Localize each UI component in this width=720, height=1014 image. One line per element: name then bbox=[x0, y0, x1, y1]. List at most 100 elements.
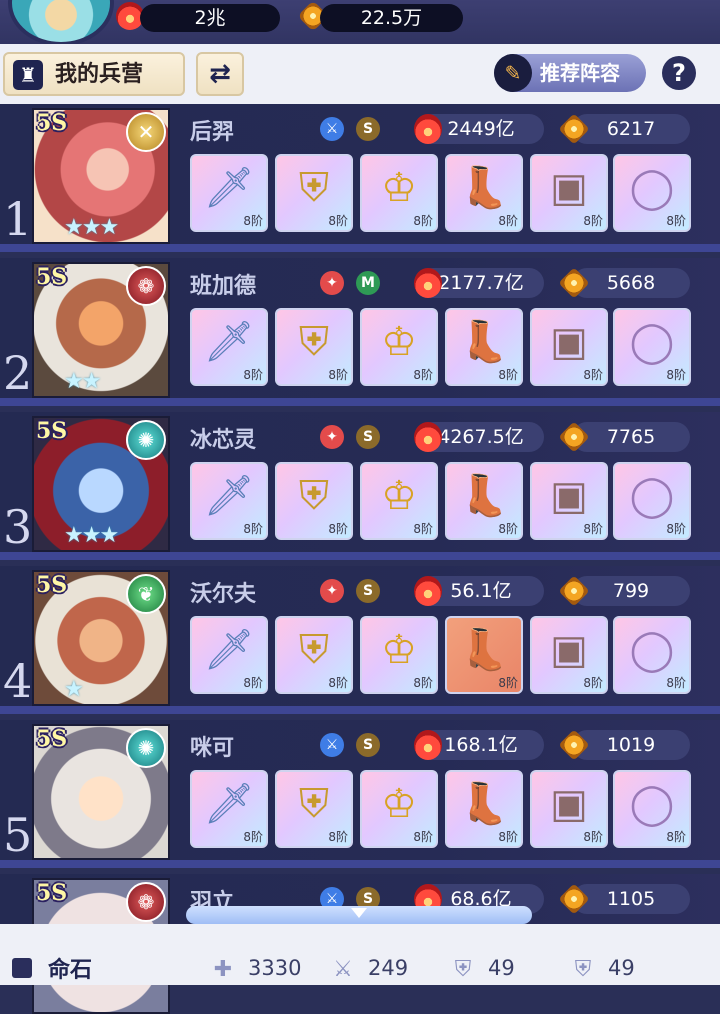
gear-slot-sword[interactable]: 🗡 8阶 bbox=[190, 462, 268, 540]
help-button[interactable]: ? bbox=[662, 56, 696, 90]
gear-slot-boots[interactable]: 👢 8阶 bbox=[445, 770, 523, 848]
boots-icon: 👢 bbox=[459, 627, 509, 673]
gear-slot-armor[interactable]: ⛨ 8阶 bbox=[275, 616, 353, 694]
gear-slot-boots[interactable]: 👢 8阶 bbox=[445, 154, 523, 232]
gear-slot-ring[interactable]: ◯ 8阶 bbox=[613, 616, 691, 694]
hero-row[interactable]: 1 5S ✕ ★★★ 后羿 ⚔ S 2449亿 6217 🗡 8阶 ⛨ 8阶 ♔ 8阶 👢 8阶 ▣ 8阶 ◯ 8阶 bbox=[0, 104, 720, 252]
rank-number: 5 bbox=[3, 808, 33, 862]
gear-grade-label: 8阶 bbox=[243, 676, 263, 690]
gear-grade-label: 8阶 bbox=[328, 522, 348, 536]
gear-slot-armor[interactable]: ⛨ 8阶 bbox=[275, 308, 353, 386]
grade-badge: M bbox=[356, 271, 380, 295]
gear-slot-armor[interactable]: ⛨ 8阶 bbox=[275, 154, 353, 232]
star-rating: ★★★ bbox=[64, 215, 119, 240]
red-flame-icon: ❁ bbox=[126, 266, 166, 306]
magic-shield-icon: ⛨ bbox=[574, 957, 592, 982]
helmet-icon: ♔ bbox=[381, 627, 417, 673]
gear-slot-armor[interactable]: ⛨ 8阶 bbox=[275, 770, 353, 848]
recommend-lineup-button[interactable]: ✎ 推荐阵容 bbox=[494, 54, 646, 92]
teal-swirl-icon: ✺ bbox=[126, 420, 166, 460]
element-icon: ⚔ bbox=[320, 117, 344, 141]
armor-icon: ⛨ bbox=[299, 165, 329, 211]
gear-grade-label: 8阶 bbox=[243, 214, 263, 228]
gear-grade-label: 8阶 bbox=[413, 522, 433, 536]
boots-icon: 👢 bbox=[459, 473, 509, 519]
gear-slot-ring[interactable]: ◯ 8阶 bbox=[613, 154, 691, 232]
hero-name: 冰芯灵 bbox=[190, 428, 257, 453]
gear-slot-ring[interactable]: ◯ 8阶 bbox=[613, 770, 691, 848]
element-icon: ✦ bbox=[320, 425, 344, 449]
gear-slot-helmet[interactable]: ♔ 8阶 bbox=[360, 462, 438, 540]
my-camp-label: 我的兵营 bbox=[55, 62, 144, 87]
rank-number: 1 bbox=[3, 192, 33, 246]
star-rating: ★ bbox=[64, 677, 84, 702]
green-leaf-icon: ❦ bbox=[126, 574, 166, 614]
star-level-label: 5S bbox=[36, 418, 68, 444]
gear-grade-label: 8阶 bbox=[666, 830, 686, 844]
element-icon: ✦ bbox=[320, 271, 344, 295]
gear-grade-label: 8阶 bbox=[413, 368, 433, 382]
my-camp-button[interactable]: ♜ 我的兵营 bbox=[3, 52, 185, 96]
gear-grade-label: 8阶 bbox=[498, 214, 518, 228]
gear-grade-label: 8阶 bbox=[328, 676, 348, 690]
gear-slot-sword[interactable]: 🗡 8阶 bbox=[190, 154, 268, 232]
gear-grade-label: 8阶 bbox=[413, 214, 433, 228]
hero-row[interactable]: 5 5S ✺ 咪可 ⚔ S 168.1亿 1019 🗡 8阶 ⛨ 8阶 ♔ 8阶 👢 8阶 ▣ 8阶 ◯ 8阶 bbox=[0, 720, 720, 868]
player-avatar[interactable] bbox=[8, 0, 114, 46]
helmet-icon: ♔ bbox=[381, 319, 417, 365]
gear-grade-label: 8阶 bbox=[666, 368, 686, 382]
gear-slot-emblem[interactable]: ▣ 8阶 bbox=[530, 462, 608, 540]
element-icon: ✦ bbox=[320, 579, 344, 603]
star-level-label: 5S bbox=[36, 726, 68, 752]
gear-slot-emblem[interactable]: ▣ 8阶 bbox=[530, 770, 608, 848]
gear-slot-emblem[interactable]: ▣ 8阶 bbox=[530, 308, 608, 386]
hero-row[interactable]: 4 5S ❦ ★ 沃尔夫 ✦ S 56.1亿 799 🗡 8阶 ⛨ 8阶 ♔ 8阶 👢 8阶 ▣ 8阶 ◯ 8阶 bbox=[0, 566, 720, 714]
gear-slot-emblem[interactable]: ▣ 8阶 bbox=[530, 616, 608, 694]
gear-slot-ring[interactable]: ◯ 8阶 bbox=[613, 308, 691, 386]
hero-portrait[interactable]: 5S ❁ ★★ bbox=[32, 262, 170, 398]
gear-slot-helmet[interactable]: ♔ 8阶 bbox=[360, 616, 438, 694]
gear-slot-sword[interactable]: 🗡 8阶 bbox=[190, 616, 268, 694]
gear-grade-label: 8阶 bbox=[328, 214, 348, 228]
gear-grade-label: 8阶 bbox=[243, 368, 263, 382]
sword-icon: 🗡 bbox=[203, 165, 255, 211]
gear-slot-boots[interactable]: 👢 8阶 bbox=[445, 616, 523, 694]
hero-portrait[interactable]: 5S ✕ ★★★ bbox=[32, 108, 170, 244]
hero-score: 1105 bbox=[572, 884, 690, 914]
gear-slot-boots[interactable]: 👢 8阶 bbox=[445, 308, 523, 386]
gear-slot-ring[interactable]: ◯ 8阶 bbox=[613, 462, 691, 540]
fire-icon bbox=[414, 730, 442, 760]
square-icon bbox=[12, 958, 32, 978]
gear-slot-sword[interactable]: 🗡 8阶 bbox=[190, 308, 268, 386]
hero-portrait[interactable]: 5S ❦ ★ bbox=[32, 570, 170, 706]
fire-icon bbox=[414, 268, 442, 298]
hero-portrait[interactable]: 5S ✺ ★★★ bbox=[32, 416, 170, 552]
gear-slot-emblem[interactable]: ▣ 8阶 bbox=[530, 154, 608, 232]
footer-bar: 命石 ✚ 3330 ⚔ 249 ⛨ 49 ⛨ 49 bbox=[0, 924, 720, 985]
barracks-icon: ♜ bbox=[13, 60, 43, 90]
gear-slot-armor[interactable]: ⛨ 8阶 bbox=[275, 462, 353, 540]
gear-slot-helmet[interactable]: ♔ 8阶 bbox=[360, 308, 438, 386]
swap-button[interactable]: ⇄ bbox=[196, 52, 244, 96]
hero-portrait[interactable]: 5S ✺ bbox=[32, 724, 170, 860]
hero-row[interactable]: 2 5S ❁ ★★ 班加德 ✦ M 2177.7亿 5668 🗡 8阶 ⛨ 8阶 ♔ 8阶 👢 8阶 ▣ 8阶 ◯ 8阶 bbox=[0, 258, 720, 406]
gear-grade-label: 8阶 bbox=[413, 676, 433, 690]
gear-slot-boots[interactable]: 👢 8阶 bbox=[445, 462, 523, 540]
pencil-icon: ✎ bbox=[494, 54, 532, 92]
gems-pill: 22.5万 bbox=[320, 4, 463, 32]
hero-score: 799 bbox=[572, 576, 690, 606]
boots-icon: 👢 bbox=[459, 165, 509, 211]
gear-slot-helmet[interactable]: ♔ 8阶 bbox=[360, 770, 438, 848]
ring-icon: ◯ bbox=[629, 165, 675, 211]
gear-grade-label: 8阶 bbox=[498, 522, 518, 536]
hero-score: 6217 bbox=[572, 114, 690, 144]
gear-grade-label: 8阶 bbox=[413, 830, 433, 844]
emblem-icon: ▣ bbox=[550, 627, 588, 673]
gear-grade-label: 8阶 bbox=[583, 676, 603, 690]
hero-row[interactable]: 3 5S ✺ ★★★ 冰芯灵 ✦ S 4267.5亿 7765 🗡 8阶 ⛨ 8阶 ♔ 8阶 👢 8阶 ▣ 8阶 ◯ 8… bbox=[0, 412, 720, 560]
gear-slot-helmet[interactable]: ♔ 8阶 bbox=[360, 154, 438, 232]
hero-name: 后羿 bbox=[190, 120, 235, 145]
grade-badge: S bbox=[356, 117, 380, 141]
scroll-handle[interactable] bbox=[186, 906, 532, 924]
gear-slot-sword[interactable]: 🗡 8阶 bbox=[190, 770, 268, 848]
